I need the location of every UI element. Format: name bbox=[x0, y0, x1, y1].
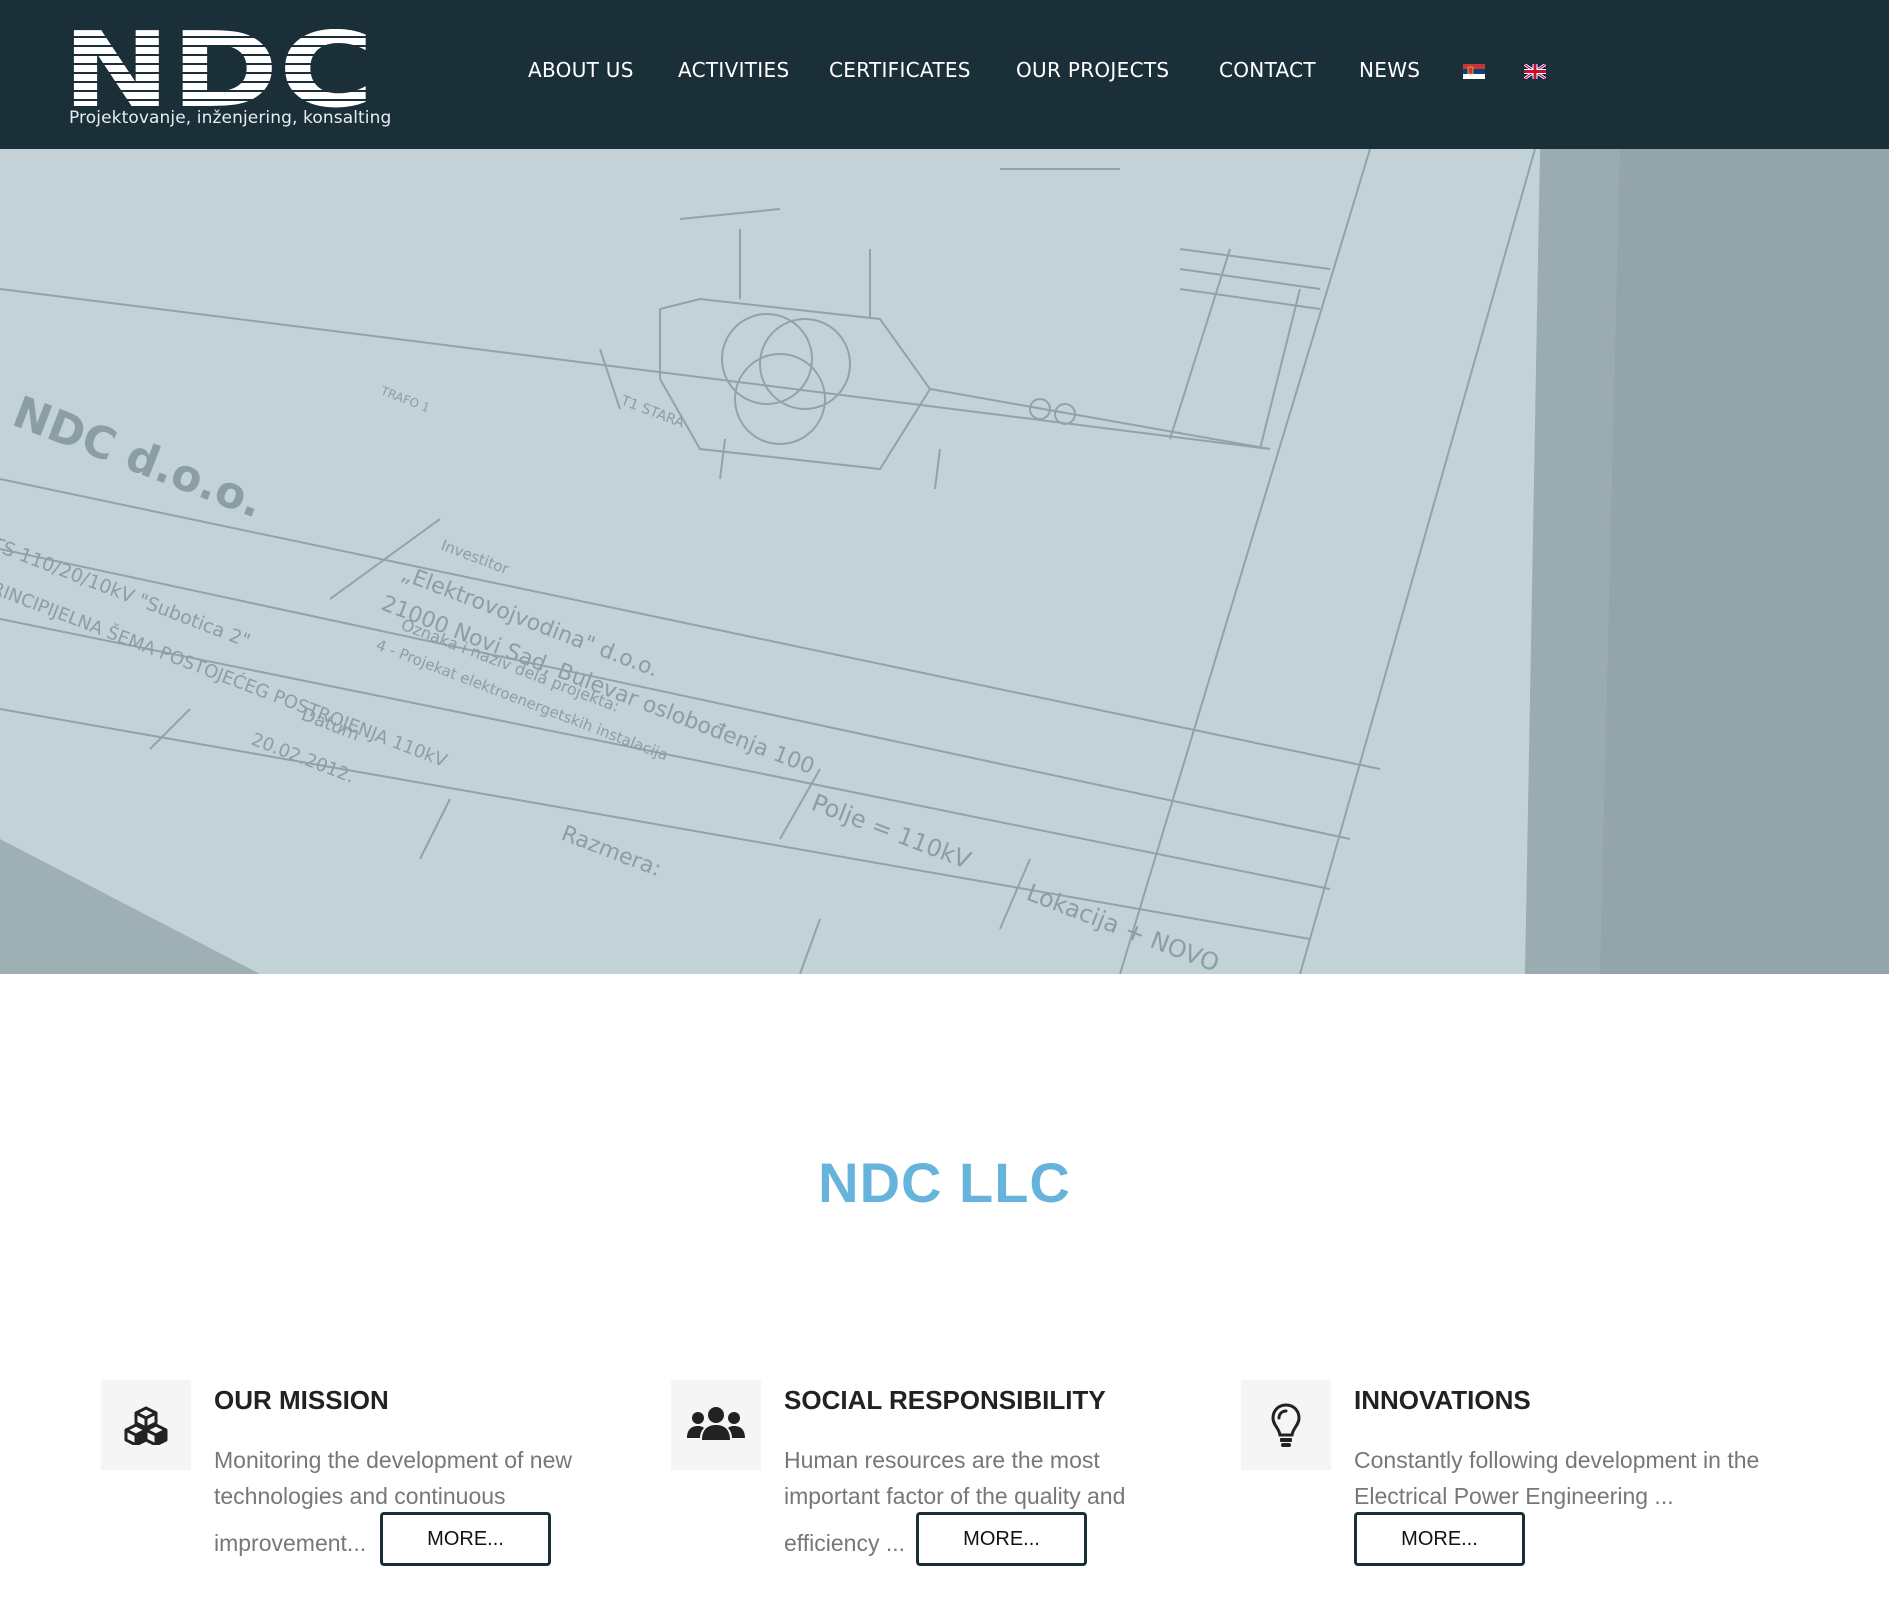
feature-text-line: Constantly following development in the bbox=[1354, 1447, 1760, 1473]
mission-more-button[interactable]: MORE... bbox=[380, 1512, 551, 1566]
social-more-button[interactable]: MORE... bbox=[916, 1512, 1087, 1566]
feature-icon-box bbox=[671, 1380, 761, 1470]
site-header: NDC Projektovanje, inženjering, konsalti… bbox=[0, 0, 1889, 149]
feature-our-mission: OUR MISSION Monitoring the development o… bbox=[101, 1380, 621, 1580]
site-logo[interactable]: NDC Projektovanje, inženjering, konsalti… bbox=[68, 20, 398, 135]
logo-tagline: Projektovanje, inženjering, konsalting bbox=[69, 108, 392, 128]
feature-text-line: important factor of the quality and bbox=[784, 1483, 1126, 1509]
innovations-more-button[interactable]: MORE... bbox=[1354, 1512, 1525, 1566]
users-icon bbox=[687, 1407, 745, 1440]
feature-title: SOCIAL RESPONSIBILITY bbox=[784, 1385, 1106, 1415]
hero-blueprint-image: Investitor „Elektrovojvodina" d.o.o. 210… bbox=[0, 149, 1889, 974]
uk-flag-icon[interactable] bbox=[1523, 62, 1547, 81]
nav-our-projects[interactable]: OUR PROJECTS bbox=[1016, 58, 1169, 82]
feature-icon-box bbox=[101, 1380, 191, 1470]
feature-title: INNOVATIONS bbox=[1354, 1385, 1531, 1415]
feature-text-line: technologies and continuous bbox=[214, 1483, 506, 1509]
logo-text: NDC bbox=[68, 20, 374, 110]
feature-icon-box bbox=[1241, 1380, 1331, 1470]
serbian-flag-icon[interactable] bbox=[1463, 64, 1485, 79]
feature-text-line: Monitoring the development of new bbox=[214, 1447, 572, 1473]
nav-certificates[interactable]: CERTIFICATES bbox=[829, 58, 971, 82]
nav-activities[interactable]: ACTIVITIES bbox=[678, 58, 789, 82]
cubes-icon bbox=[124, 1406, 168, 1445]
feature-innovations: INNOVATIONS Constantly following develop… bbox=[1241, 1380, 1761, 1580]
feature-text-line: Electrical Power Engineering ... bbox=[1354, 1483, 1674, 1509]
lightbulb-icon bbox=[1271, 1403, 1301, 1447]
nav-contact[interactable]: CONTACT bbox=[1219, 58, 1316, 82]
feature-title: OUR MISSION bbox=[214, 1385, 389, 1415]
page-title: NDC LLC bbox=[818, 1151, 1071, 1214]
feature-text-line: Human resources are the most bbox=[784, 1447, 1100, 1473]
feature-description: Constantly following development in the … bbox=[1354, 1442, 1764, 1514]
nav-news[interactable]: NEWS bbox=[1359, 58, 1420, 82]
feature-social-responsibility: SOCIAL RESPONSIBILITY Human resources ar… bbox=[671, 1380, 1191, 1580]
logo-wordmark: NDC bbox=[68, 20, 374, 110]
hero-banner: Investitor „Elektrovojvodina" d.o.o. 210… bbox=[0, 149, 1889, 974]
nav-about-us[interactable]: ABOUT US bbox=[528, 58, 634, 82]
